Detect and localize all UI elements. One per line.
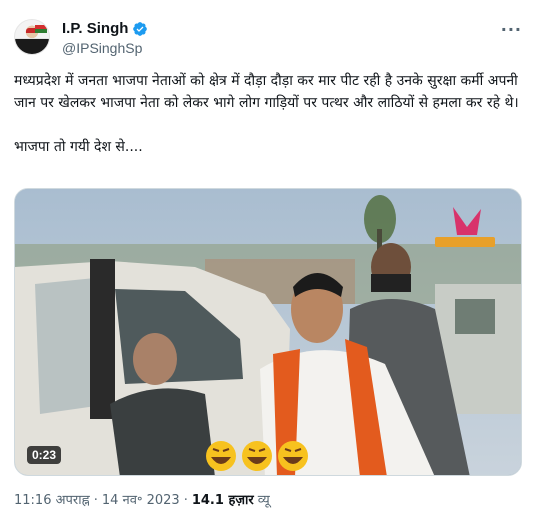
views-label: व्यू <box>257 493 270 508</box>
avatar[interactable] <box>14 19 50 55</box>
author-name[interactable]: I.P. Singh <box>62 20 128 37</box>
tweet-text: मध्यप्रदेश में जनता भाजपा नेताओं को क्षे… <box>14 70 526 180</box>
meta-separator: · <box>183 493 188 508</box>
tweet-text-paragraph-2: भाजपा तो गयी देश से.... <box>14 139 143 155</box>
tweet-date[interactable]: 14 नव॰ 2023 <box>102 490 180 508</box>
views-count: 14.1 हज़ार <box>191 493 254 508</box>
tweet-time[interactable]: 11:16 अपराह्न <box>14 490 90 508</box>
emoji-overlay <box>206 441 308 471</box>
tweet-card: I.P. Singh @IPSinghSp ··· मध्यप्रदेश में… <box>0 0 542 517</box>
verified-badge-icon <box>133 21 148 36</box>
tweet-meta: 11:16 अपराह्न · 14 नव॰ 2023 · 14.1 हज़ार… <box>14 490 270 508</box>
video-thumbnail <box>15 189 521 475</box>
meta-separator: · <box>93 493 98 508</box>
author-handle[interactable]: @IPSinghSp <box>62 40 142 56</box>
author-name-row: I.P. Singh <box>62 20 148 37</box>
tweet-text-paragraph-1: मध्यप्रदेश में जनता भाजपा नेताओं को क्षे… <box>14 73 519 111</box>
video-duration-badge: 0:23 <box>27 446 62 464</box>
more-options-icon[interactable]: ··· <box>501 20 522 39</box>
video-player[interactable] <box>14 188 522 476</box>
avatar-flag <box>35 25 47 33</box>
